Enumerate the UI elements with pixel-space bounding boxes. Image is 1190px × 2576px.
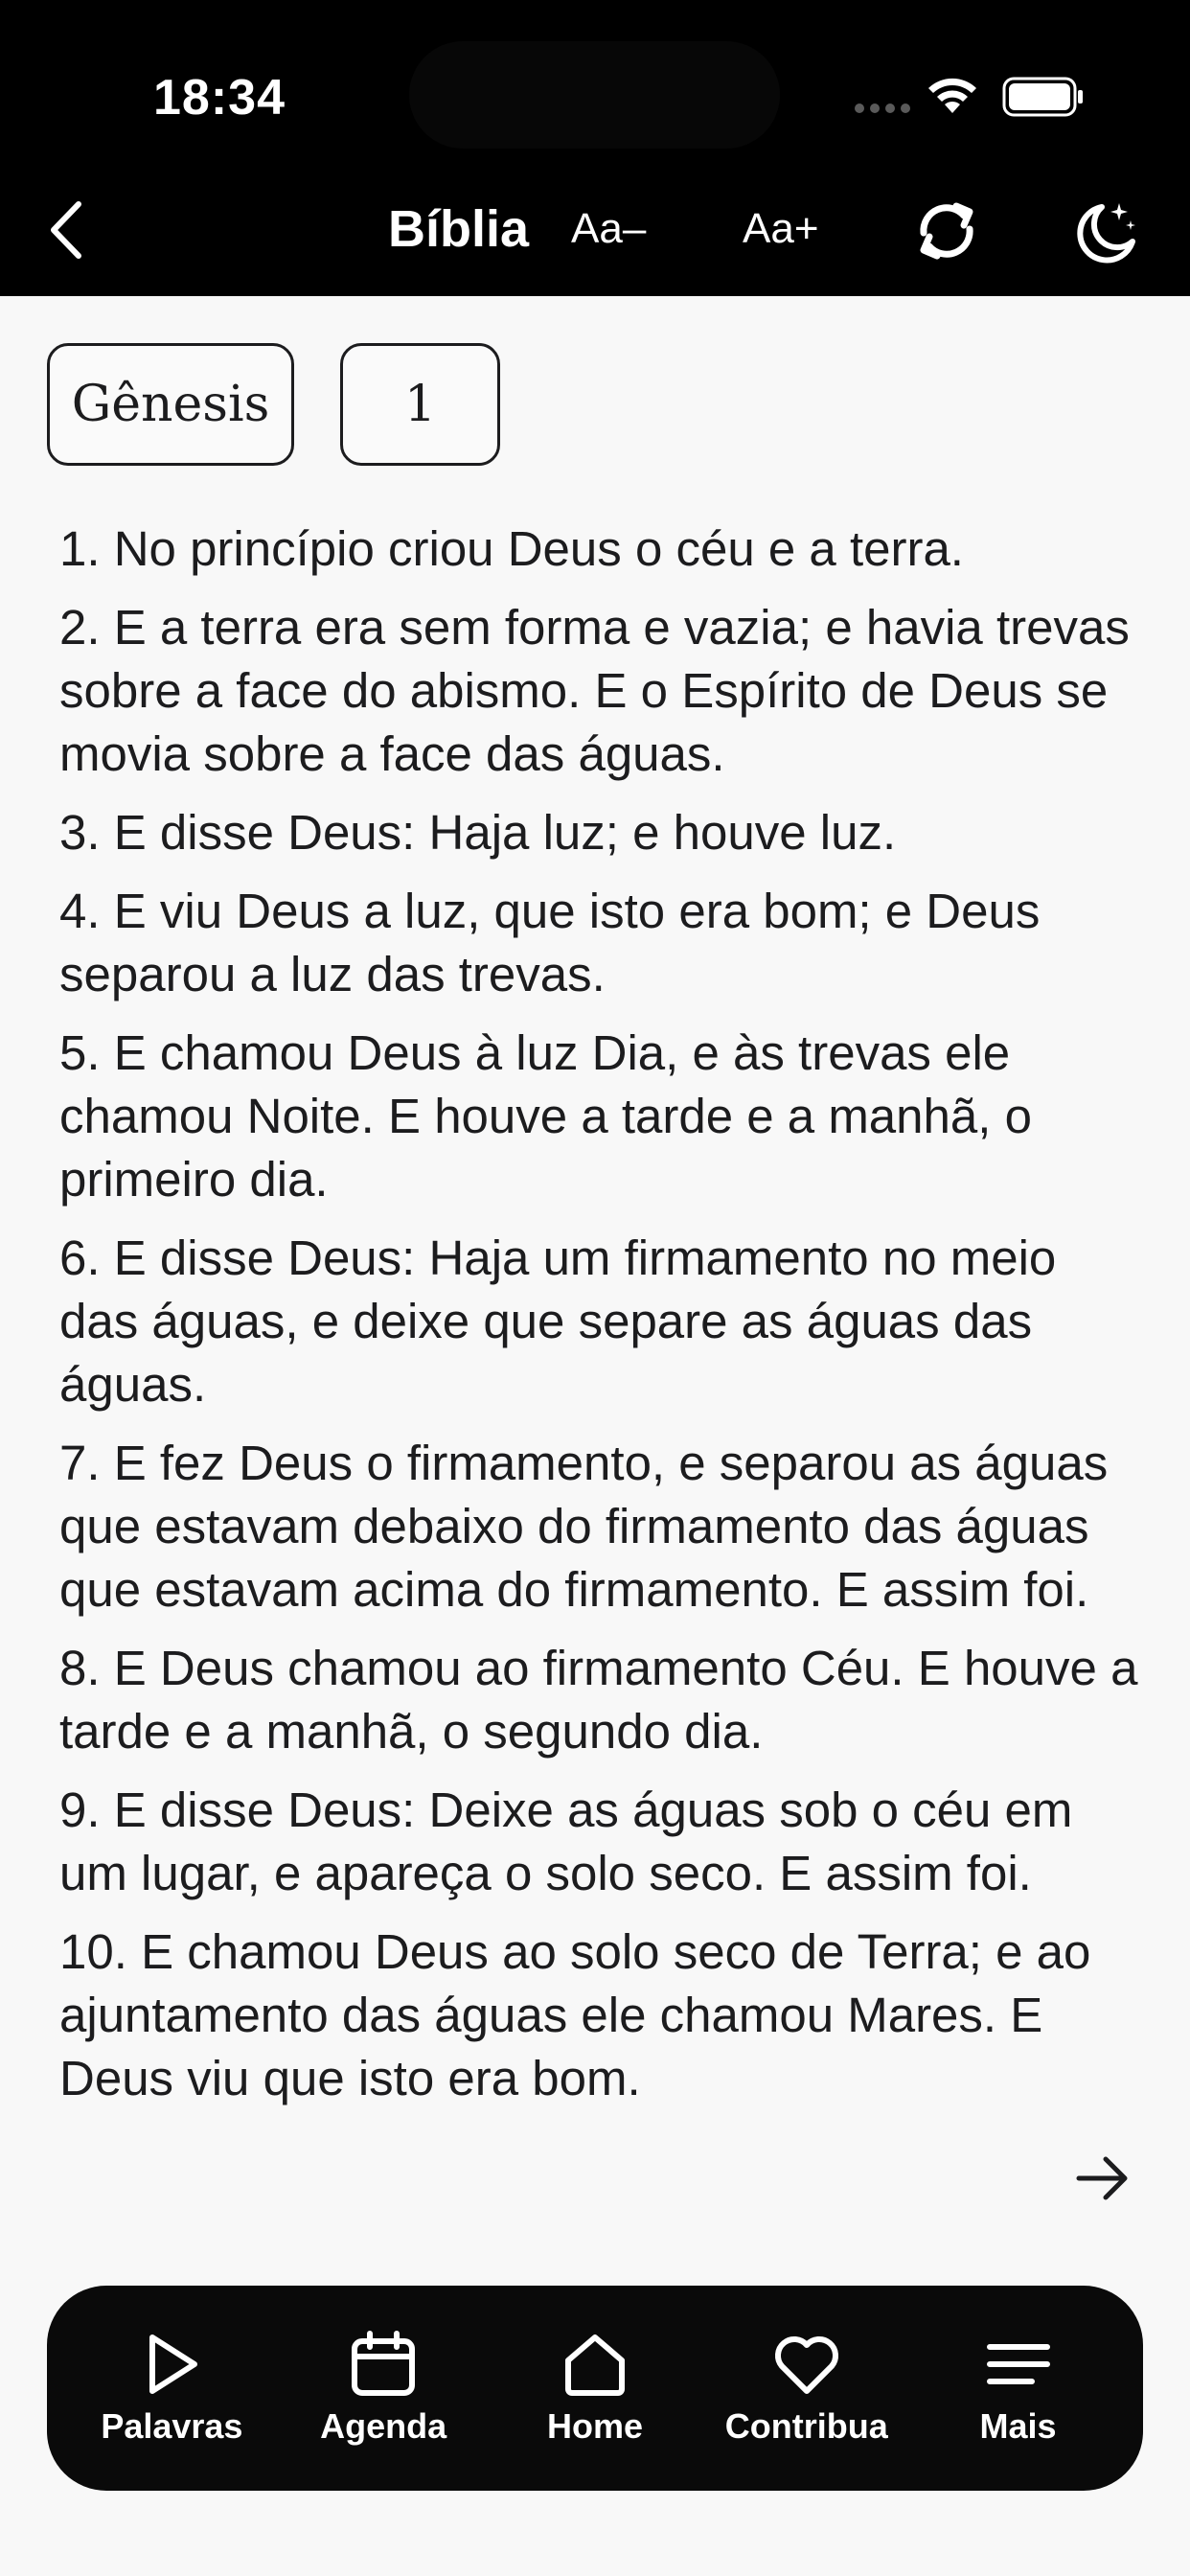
- play-icon: [149, 2334, 198, 2394]
- dynamic-island: [409, 41, 780, 149]
- verse-item: 6. E disse Deus: Haja um firmamento no m…: [59, 1230, 1057, 1412]
- status-time: 18:34: [153, 70, 286, 126]
- nav-label: Mais: [979, 2406, 1057, 2446]
- home-icon: [564, 2334, 625, 2396]
- verse-item: 5. E chamou Deus à luz Dia, e às trevas …: [59, 1025, 1032, 1207]
- nav-label: Contribua: [724, 2406, 888, 2446]
- signal-icon: [855, 104, 910, 113]
- nav-item-palavras[interactable]: Palavras: [76, 2330, 267, 2447]
- verse-item: 1. No princípio criou Deus o céu e a ter…: [59, 521, 964, 576]
- font-increase-button[interactable]: Aa+: [743, 205, 819, 253]
- heart-icon: [774, 2336, 838, 2394]
- verse-item: 2. E a terra era sem forma e vazia; e ha…: [59, 600, 1130, 781]
- verse-list: 1. No princípio criou Deus o céu e a ter…: [59, 518, 1142, 2266]
- font-decrease-button[interactable]: Aa–: [571, 205, 646, 253]
- book-selector[interactable]: Gênesis: [47, 343, 294, 466]
- verse-item: 7. E fez Deus o firmamento, e separou as…: [59, 1436, 1109, 1617]
- chevron-left-icon[interactable]: [42, 196, 92, 264]
- refresh-icon[interactable]: [910, 195, 983, 267]
- page-title: Bíblia: [388, 200, 530, 258]
- nav-label: Home: [546, 2406, 643, 2446]
- nav-item-mais[interactable]: Mais: [923, 2330, 1114, 2447]
- nav-item-agenda[interactable]: Agenda: [287, 2330, 479, 2447]
- verse-item: 3. E disse Deus: Haja luz; e houve luz.: [59, 805, 897, 860]
- menu-icon: [986, 2344, 1050, 2384]
- top-bar: 18:34 Bíblia Aa– Aa+: [0, 0, 1190, 296]
- nav-item-home[interactable]: Home: [499, 2330, 691, 2447]
- verse-item: 4. E viu Deus a luz, que isto era bom; e…: [59, 884, 1041, 1001]
- bottom-navigation: Palavras Agenda Home Contribua Mais: [47, 2286, 1143, 2491]
- wifi-icon: [928, 78, 976, 113]
- nav-label: Palavras: [101, 2406, 243, 2446]
- calendar-icon: [352, 2331, 416, 2396]
- chapter-selector[interactable]: 1: [340, 343, 500, 466]
- nav-label: Agenda: [320, 2406, 447, 2446]
- arrow-right-icon[interactable]: [1073, 2151, 1133, 2205]
- verse-item: 9. E disse Deus: Deixe as águas sob o cé…: [59, 1782, 1073, 1900]
- battery-icon: [1002, 77, 1083, 117]
- nav-item-contribua[interactable]: Contribua: [711, 2330, 903, 2447]
- verse-item: 8. E Deus chamou ao firmamento Céu. E ho…: [59, 1641, 1138, 1759]
- verse-item: 10. E chamou Deus ao solo seco de Terra;…: [59, 1924, 1091, 2105]
- moon-icon[interactable]: [1073, 197, 1140, 264]
